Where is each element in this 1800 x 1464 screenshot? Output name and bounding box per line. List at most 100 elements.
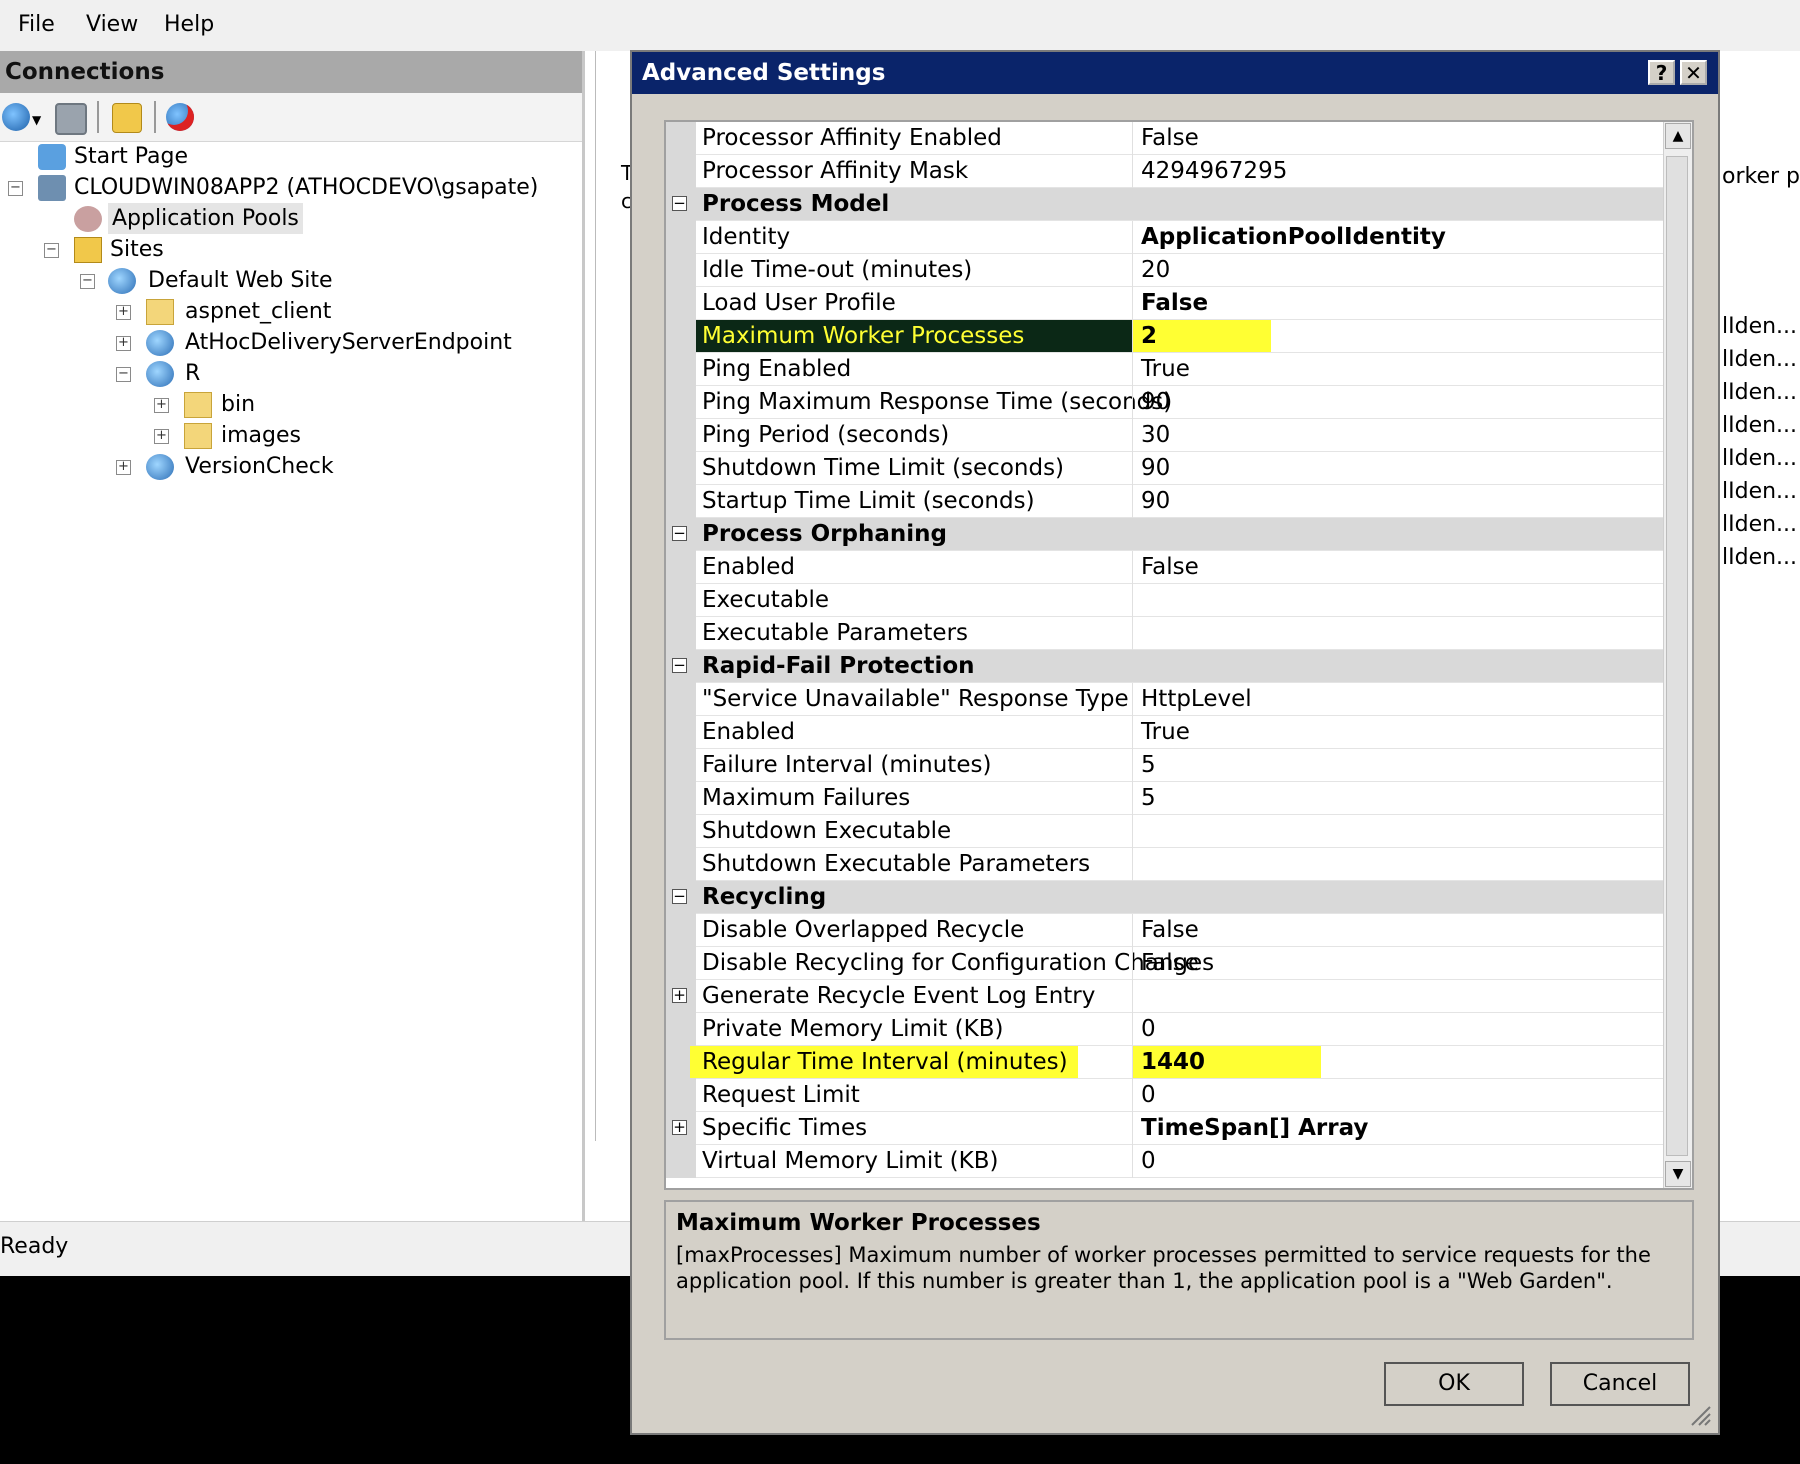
tree-default-site[interactable]: − Default Web Site [0,265,580,296]
clipped-list-item[interactable]: lIden... [1722,380,1797,405]
property-value[interactable]: 2 [1133,320,1271,352]
property-row[interactable]: Idle Time-out (minutes) 20 [666,254,1666,287]
tree-bin[interactable]: + bin [0,389,580,420]
tree-app-pools[interactable]: Application Pools [0,203,580,234]
globe-connect-icon[interactable] [2,103,30,131]
property-row[interactable]: + Generate Recycle Event Log Entry [666,980,1666,1013]
property-row[interactable]: + Specific Times TimeSpan[] Array [666,1112,1666,1145]
help-button[interactable]: ? [1648,60,1675,85]
property-row[interactable]: Disable Recycling for Configuration Chan… [666,947,1666,980]
save-icon[interactable] [55,103,87,135]
expand-icon[interactable]: + [116,336,131,351]
property-row[interactable]: Maximum Worker Processes 2 [666,320,1666,353]
menu-help[interactable]: Help [164,12,214,37]
scroll-thumb[interactable] [1666,156,1688,1156]
property-row[interactable]: Ping Period (seconds) 30 [666,419,1666,452]
tree-athoc-endpoint[interactable]: + AtHocDeliveryServerEndpoint [0,327,580,358]
clipped-list-item[interactable]: lIden... [1722,512,1797,537]
property-value[interactable]: 90 [1141,452,1170,484]
property-value[interactable]: True [1141,716,1190,748]
property-value[interactable]: False [1141,122,1199,154]
tree-start-page[interactable]: Start Page [0,141,580,172]
scroll-down-icon[interactable]: ▼ [1665,1161,1691,1187]
property-row[interactable]: Failure Interval (minutes) 5 [666,749,1666,782]
property-row[interactable]: Virtual Memory Limit (KB) 0 [666,1145,1666,1178]
property-value[interactable]: 1440 [1133,1046,1321,1078]
expand-icon[interactable]: + [154,398,169,413]
property-value[interactable]: ApplicationPoolIdentity [1141,221,1446,253]
property-category[interactable]: − Recycling [666,881,1666,914]
cancel-button[interactable]: Cancel [1550,1362,1690,1406]
property-row[interactable]: Regular Time Interval (minutes) 1440 [666,1046,1666,1079]
property-value[interactable]: 20 [1141,254,1170,286]
collapse-icon[interactable]: − [672,889,687,904]
property-row[interactable]: Processor Affinity Mask 4294967295 [666,155,1666,188]
property-row[interactable]: Shutdown Executable Parameters [666,848,1666,881]
expand-icon[interactable]: + [672,988,687,1003]
clipped-list-item[interactable]: lIden... [1722,347,1797,372]
collapse-icon[interactable]: − [672,526,687,541]
property-row[interactable]: Load User Profile False [666,287,1666,320]
property-row[interactable]: Disable Overlapped Recycle False [666,914,1666,947]
property-category[interactable]: − Process Orphaning [666,518,1666,551]
property-value[interactable]: 0 [1141,1079,1156,1111]
property-row[interactable]: Enabled True [666,716,1666,749]
property-row[interactable]: Startup Time Limit (seconds) 90 [666,485,1666,518]
property-value[interactable]: 0 [1141,1145,1156,1177]
property-row[interactable]: Shutdown Time Limit (seconds) 90 [666,452,1666,485]
scroll-up-icon[interactable]: ▲ [1665,123,1691,149]
collapse-icon[interactable]: − [8,181,23,196]
tree-version-check[interactable]: + VersionCheck [0,451,580,482]
ok-button[interactable]: OK [1384,1362,1524,1406]
property-row[interactable]: Shutdown Executable [666,815,1666,848]
folder-up-icon[interactable] [112,103,142,133]
clipped-list-item[interactable]: lIden... [1722,545,1797,570]
clipped-list-item[interactable]: lIden... [1722,446,1797,471]
tree-sites[interactable]: − Sites [0,234,580,265]
expand-icon[interactable]: + [116,305,131,320]
collapse-icon[interactable]: − [672,658,687,673]
property-row[interactable]: Request Limit 0 [666,1079,1666,1112]
property-value[interactable]: TimeSpan[] Array [1141,1112,1368,1144]
property-row[interactable]: Maximum Failures 5 [666,782,1666,815]
property-value[interactable]: 0 [1141,1013,1156,1045]
expand-icon[interactable]: + [154,429,169,444]
chevron-down-icon[interactable]: ▼ [32,113,41,127]
expand-icon[interactable]: + [116,460,131,475]
clipped-list-item[interactable]: lIden... [1722,479,1797,504]
property-row[interactable]: Processor Affinity Enabled False [666,122,1666,155]
property-row[interactable]: Ping Enabled True [666,353,1666,386]
property-row[interactable]: Executable Parameters [666,617,1666,650]
expand-icon[interactable]: + [672,1120,687,1135]
tree-server[interactable]: − CLOUDWIN08APP2 (ATHOCDEVO\gsapate) [0,172,580,203]
property-row[interactable]: Identity ApplicationPoolIdentity [666,221,1666,254]
collapse-icon[interactable]: − [80,274,95,289]
property-row[interactable]: Private Memory Limit (KB) 0 [666,1013,1666,1046]
property-value[interactable]: False [1141,914,1199,946]
collapse-icon[interactable]: − [672,196,687,211]
clipped-list-item[interactable]: lIden... [1722,413,1797,438]
close-button[interactable]: ✕ [1680,60,1707,85]
collapse-icon[interactable]: − [44,243,59,258]
property-value[interactable]: 5 [1141,782,1156,814]
property-value[interactable]: True [1141,353,1190,385]
menu-view[interactable]: View [86,12,138,37]
property-row[interactable]: "Service Unavailable" Response Type HttpL… [666,683,1666,716]
property-value[interactable]: False [1141,947,1199,979]
collapse-icon[interactable]: − [116,367,131,382]
property-value[interactable]: HttpLevel [1141,683,1252,715]
property-value[interactable]: 30 [1141,419,1170,451]
resize-grip-icon[interactable] [1688,1403,1712,1427]
property-row[interactable]: Executable [666,584,1666,617]
disconnect-icon[interactable] [166,103,194,131]
property-category[interactable]: − Process Model [666,188,1666,221]
tree-r[interactable]: − R [0,358,580,389]
property-row[interactable]: Enabled False [666,551,1666,584]
menu-file[interactable]: File [18,12,55,37]
property-value[interactable]: 90 [1141,485,1170,517]
property-row[interactable]: Ping Maximum Response Time (seconds) 90 [666,386,1666,419]
tree-images[interactable]: + images [0,420,580,451]
vertical-scrollbar[interactable]: ▲ ▼ [1663,122,1692,1188]
property-value[interactable]: 5 [1141,749,1156,781]
property-value[interactable]: False [1141,551,1199,583]
